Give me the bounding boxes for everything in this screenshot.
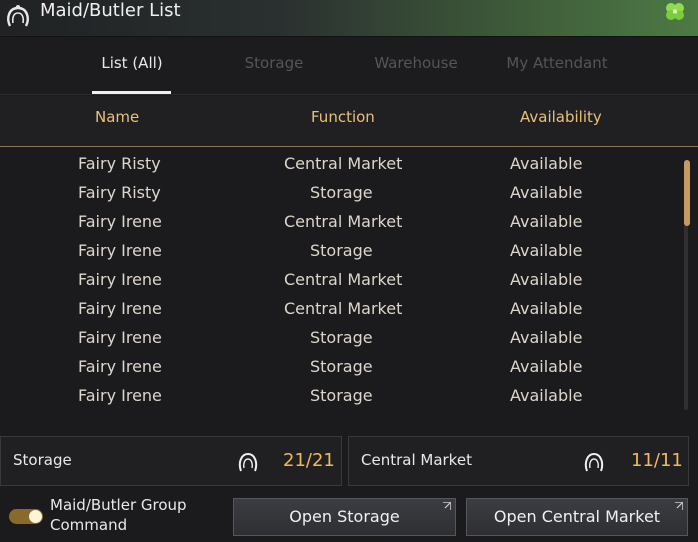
row-function: Storage xyxy=(310,241,373,260)
scrollbar-thumb[interactable] xyxy=(684,160,690,226)
row-name: Fairy Irene xyxy=(78,357,162,376)
row-name: Fairy Irene xyxy=(78,386,162,405)
active-tab-indicator xyxy=(92,91,171,94)
market-summary-panel: Central Market 11/11 xyxy=(348,436,689,486)
column-header-availability[interactable]: Availability xyxy=(520,108,602,126)
market-count: 11/11 xyxy=(631,450,683,471)
popout-icon xyxy=(443,502,451,510)
table-row[interactable]: Fairy Irene Storage Available xyxy=(0,353,680,382)
group-command-label-line1: Maid/Butler Group xyxy=(50,496,187,514)
row-name: Fairy Risty xyxy=(78,183,161,202)
table-row[interactable]: Fairy Risty Central Market Available xyxy=(0,150,680,179)
row-function: Storage xyxy=(310,386,373,405)
tab-list-all[interactable]: List (All) xyxy=(92,51,172,79)
row-availability: Available xyxy=(510,328,583,347)
table-row[interactable]: Fairy Irene Central Market Available xyxy=(0,295,680,324)
group-command-toggle[interactable] xyxy=(9,509,43,524)
tab-storage[interactable]: Storage xyxy=(230,51,318,79)
maid-icon xyxy=(238,452,258,472)
table-row[interactable]: Fairy Irene Central Market Available xyxy=(0,266,680,295)
clover-icon xyxy=(666,3,684,20)
row-function: Central Market xyxy=(284,299,403,318)
maid-icon xyxy=(584,452,604,472)
row-function: Central Market xyxy=(284,270,403,289)
table-row[interactable]: Fairy Irene Storage Available xyxy=(0,382,680,411)
attendant-list: Fairy Risty Central Market Available Fai… xyxy=(0,150,680,422)
open-central-market-button[interactable]: Open Central Market xyxy=(466,498,688,536)
row-availability: Available xyxy=(510,357,583,376)
row-availability: Available xyxy=(510,183,583,202)
row-availability: Available xyxy=(510,270,583,289)
row-function: Storage xyxy=(310,328,373,347)
row-name: Fairy Irene xyxy=(78,328,162,347)
row-name: Fairy Irene xyxy=(78,241,162,260)
row-function: Storage xyxy=(310,183,373,202)
tab-my-attendant[interactable]: My Attendant xyxy=(500,51,614,79)
tab-warehouse[interactable]: Warehouse xyxy=(366,51,466,79)
table-row[interactable]: Fairy Irene Storage Available xyxy=(0,237,680,266)
group-command-label: Maid/Butler Group Command xyxy=(50,495,220,535)
open-central-market-label: Open Central Market xyxy=(493,507,661,526)
table-row[interactable]: Fairy Irene Central Market Available xyxy=(0,208,680,237)
row-availability: Available xyxy=(510,212,583,231)
open-storage-button[interactable]: Open Storage xyxy=(233,498,456,536)
tab-bar: List (All) Storage Warehouse My Attendan… xyxy=(0,37,698,95)
row-name: Fairy Irene xyxy=(78,270,162,289)
market-summary-label: Central Market xyxy=(361,451,472,469)
storage-summary-label: Storage xyxy=(13,451,72,469)
table-header: Name Function Availability xyxy=(0,96,698,147)
storage-count: 21/21 xyxy=(283,450,335,471)
open-storage-label: Open Storage xyxy=(289,507,400,526)
window-title: Maid/Butler List xyxy=(40,0,181,21)
popout-icon xyxy=(675,502,683,510)
column-header-function[interactable]: Function xyxy=(311,108,375,126)
table-row[interactable]: Fairy Irene Storage Available xyxy=(0,324,680,353)
maid-icon xyxy=(7,5,29,27)
row-name: Fairy Irene xyxy=(78,299,162,318)
group-command-label-line2: Command xyxy=(50,516,128,534)
row-availability: Available xyxy=(510,386,583,405)
table-row[interactable]: Fairy Risty Storage Available xyxy=(0,179,680,208)
row-function: Central Market xyxy=(284,212,403,231)
row-availability: Available xyxy=(510,154,583,173)
row-availability: Available xyxy=(510,299,583,318)
row-name: Fairy Irene xyxy=(78,212,162,231)
row-name: Fairy Risty xyxy=(78,154,161,173)
toggle-knob xyxy=(29,510,42,523)
title-bar: Maid/Butler List xyxy=(0,0,698,37)
storage-summary-panel: Storage 21/21 xyxy=(0,436,342,486)
row-function: Storage xyxy=(310,357,373,376)
column-header-name[interactable]: Name xyxy=(95,108,139,126)
row-function: Central Market xyxy=(284,154,403,173)
row-availability: Available xyxy=(510,241,583,260)
